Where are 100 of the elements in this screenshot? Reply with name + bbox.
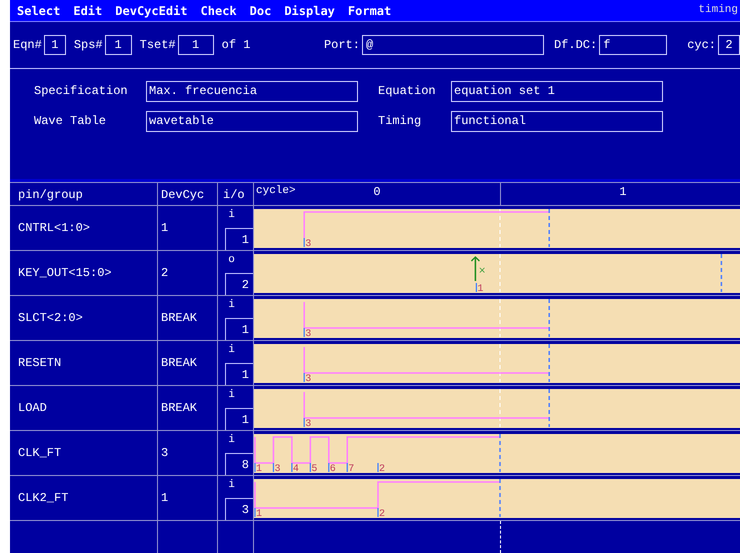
end-marker-line [548, 344, 550, 382]
menu-item[interactable]: DevCycEdit [115, 2, 188, 20]
direction-label: i [227, 388, 236, 403]
edge-tick [291, 463, 292, 472]
field-label: Specification [34, 83, 129, 100]
count-field[interactable]: 1 [225, 228, 253, 250]
direction-label: i [227, 433, 236, 448]
edge-tick [304, 418, 305, 427]
cycle-number: 0 [372, 184, 382, 201]
field-label: Timing [378, 113, 422, 130]
edge-tick [254, 463, 256, 472]
direction-label: i [227, 208, 236, 223]
end-marker-line [548, 389, 550, 427]
pin-name: RESETN [18, 355, 62, 372]
edge-label: 2 [379, 509, 386, 520]
pin-name: LOAD [18, 400, 47, 417]
table-cell-text: 3 [161, 445, 168, 462]
count-field[interactable]: 2 [225, 273, 253, 295]
pin-name: KEY_OUT<15:0> [18, 265, 112, 282]
cycle-number: 1 [618, 184, 628, 201]
direction-label: o [227, 253, 236, 268]
edge-tick [304, 238, 305, 247]
count-field[interactable]: 1 [225, 363, 253, 385]
menu-item[interactable]: Check [200, 2, 237, 20]
pin-name: CLK_FT [18, 445, 62, 462]
edge-label: 1 [256, 509, 262, 520]
edge-label: 3 [305, 419, 312, 430]
direction-label: i [227, 298, 236, 313]
edge-label: 1 [256, 464, 262, 475]
input-field[interactable]: wavetable [146, 111, 358, 132]
table-cell-text: 2 [161, 265, 168, 282]
edge-tick [377, 508, 379, 517]
strobe-arrow [470, 256, 480, 281]
edge-tick [346, 463, 348, 472]
cycle-label: cycle> [256, 184, 296, 199]
field-label: Tset# [140, 37, 176, 54]
field-label: Sps# [74, 37, 103, 54]
input-field[interactable]: functional [451, 111, 663, 132]
end-marker-line [548, 299, 550, 337]
menu-item[interactable]: Doc [250, 2, 272, 20]
input-field[interactable]: equation set 1 [451, 81, 663, 102]
field-label: Df.DC: [554, 37, 598, 54]
edge-label: 3 [274, 464, 280, 475]
pin-name: SLCT<2:0> [18, 310, 83, 327]
input-field[interactable]: f [599, 35, 668, 55]
direction-label: i [227, 343, 236, 358]
menu-item[interactable]: Format [348, 2, 392, 20]
edge-tick [377, 463, 379, 472]
menu-item[interactable]: Select [17, 2, 60, 20]
count-field[interactable]: 1 [225, 408, 253, 430]
input-field[interactable]: 1 [104, 35, 132, 55]
edge-tick [272, 463, 274, 472]
edge-tick [304, 328, 305, 337]
input-field[interactable]: 1 [44, 35, 66, 55]
edge-tick [304, 373, 305, 382]
end-marker-line [499, 434, 501, 472]
end-marker-line [499, 479, 501, 517]
input-field[interactable]: Max. frecuencia [146, 81, 358, 102]
input-field[interactable]: 1 [178, 35, 214, 55]
end-marker-line [548, 209, 550, 247]
edge-label: 7 [348, 464, 354, 475]
field-label: Eqn# [13, 37, 42, 54]
count-field[interactable]: 1 [225, 318, 253, 340]
count-field[interactable]: 8 [225, 453, 253, 475]
pin-name: CLK2_FT [18, 490, 68, 507]
edge-label: 3 [305, 329, 312, 340]
menu-item[interactable]: Edit [73, 2, 102, 20]
input-field[interactable]: @ [362, 35, 544, 55]
table-cell-text: BREAK [161, 310, 198, 327]
edge-label: 4 [292, 464, 299, 475]
field-label: cyc: [687, 37, 716, 54]
column-header: pin/group [18, 187, 83, 204]
table-cell-text: 1 [161, 220, 168, 237]
column-header: i/o [223, 187, 245, 204]
table-cell-text: BREAK [161, 355, 198, 372]
window-title: timing [698, 3, 739, 18]
edge-label: 3 [305, 374, 312, 385]
direction-label: i [227, 478, 236, 493]
count-label: of 1 [222, 37, 250, 54]
table-cell-text: 1 [161, 490, 168, 507]
table-cell-text: BREAK [161, 400, 198, 417]
edge-tick [254, 508, 256, 517]
end-marker-line [720, 254, 722, 292]
pin-name: CNTRL<1:0> [18, 220, 90, 237]
count-field[interactable]: 3 [225, 498, 253, 520]
edge-tick [476, 283, 477, 292]
field-label: Wave Table [34, 113, 108, 130]
edge-label: 2 [379, 464, 386, 475]
field-label: Port: [324, 37, 360, 54]
strobe-mark: × [478, 266, 486, 276]
edge-label: 6 [330, 464, 336, 475]
input-field[interactable]: 2 [718, 35, 740, 55]
column-header: DevCyc [161, 187, 204, 204]
menu-item[interactable]: Display [284, 2, 335, 20]
edge-tick [328, 463, 330, 472]
edge-tick [310, 463, 311, 472]
field-label: Equation [378, 83, 437, 100]
edge-label: 1 [477, 284, 484, 295]
edge-label: 5 [311, 464, 318, 475]
edge-label: 3 [305, 239, 312, 250]
